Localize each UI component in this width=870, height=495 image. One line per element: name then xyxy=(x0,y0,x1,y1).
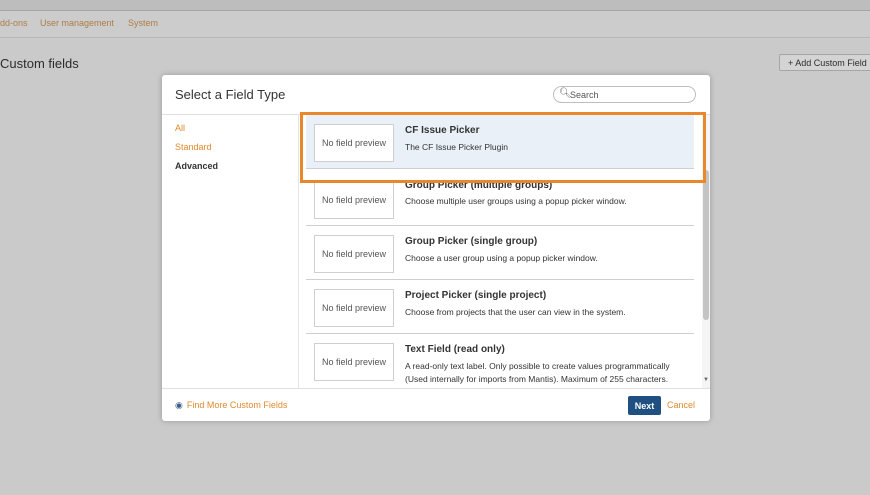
field-type-title: Text Field (read only) xyxy=(405,344,505,355)
field-type-item-text-field-read-only[interactable]: No field preview Text Field (read only) … xyxy=(306,334,694,388)
scroll-down-arrow-icon[interactable]: ▼ xyxy=(703,377,709,383)
category-all[interactable]: All xyxy=(175,123,185,133)
field-preview: No field preview xyxy=(314,235,394,273)
find-more-custom-fields-link[interactable]: ◉ Find More Custom Fields xyxy=(175,400,287,411)
dialog-header: Select a Field Type 🔍︎ xyxy=(162,75,710,115)
field-type-title: Group Picker (multiple groups) xyxy=(405,180,553,191)
category-sidebar: All Standard Advanced xyxy=(162,115,298,388)
field-preview: No field preview xyxy=(314,181,394,219)
scrollbar-thumb[interactable] xyxy=(703,170,709,320)
cancel-link[interactable]: Cancel xyxy=(667,400,695,410)
field-type-description: A read-only text label. Only possible to… xyxy=(405,361,670,384)
select-field-type-dialog: Select a Field Type 🔍︎ All Standard Adva… xyxy=(162,75,710,421)
field-type-title: Project Picker (single project) xyxy=(405,290,547,301)
field-type-title: Group Picker (single group) xyxy=(405,236,538,247)
field-type-description: Choose a user group using a popup picker… xyxy=(405,253,598,263)
field-preview: No field preview xyxy=(314,289,394,327)
category-advanced[interactable]: Advanced xyxy=(175,161,218,171)
marketplace-bag-icon: ◉ xyxy=(175,400,183,410)
field-type-title: CF Issue Picker xyxy=(405,125,480,136)
field-type-list: No field preview CF Issue Picker The CF … xyxy=(298,115,701,388)
field-type-item-group-picker-multiple[interactable]: No field preview Group Picker (multiple … xyxy=(306,172,694,226)
field-type-item-group-picker-single[interactable]: No field preview Group Picker (single gr… xyxy=(306,226,694,280)
next-button[interactable]: Next xyxy=(628,396,661,415)
field-preview: No field preview xyxy=(314,343,394,381)
field-type-description: Choose from projects that the user can v… xyxy=(405,307,626,317)
category-standard[interactable]: Standard xyxy=(175,142,212,152)
field-type-description: Choose multiple user groups using a popu… xyxy=(405,196,627,206)
field-type-description: The CF Issue Picker Plugin xyxy=(405,142,508,152)
dialog-title: Select a Field Type xyxy=(175,87,286,102)
dialog-footer: ◉ Find More Custom Fields Next Cancel xyxy=(162,388,710,421)
field-type-item-project-picker-single[interactable]: No field preview Project Picker (single … xyxy=(306,280,694,334)
field-type-item-cf-issue-picker[interactable]: No field preview CF Issue Picker The CF … xyxy=(306,115,694,169)
find-more-label: Find More Custom Fields xyxy=(186,400,288,410)
list-scrollbar[interactable]: ▼ xyxy=(702,115,710,388)
search-box[interactable]: 🔍︎ xyxy=(553,86,696,103)
field-preview: No field preview xyxy=(314,124,394,162)
search-input[interactable] xyxy=(570,88,685,101)
